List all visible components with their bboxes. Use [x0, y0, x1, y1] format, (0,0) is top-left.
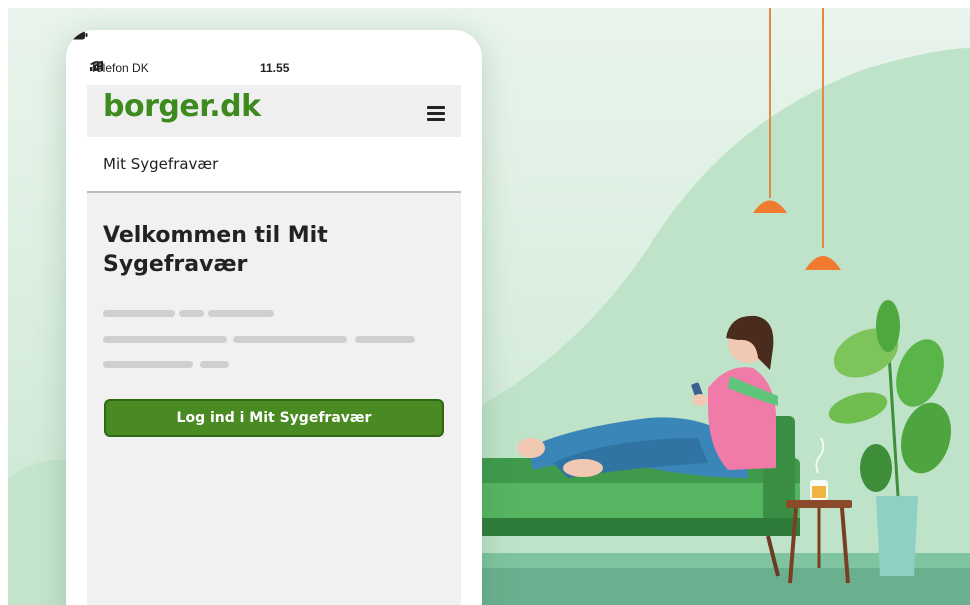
text-placeholder	[103, 361, 193, 368]
text-placeholder	[179, 310, 204, 317]
clock: 11.55	[260, 61, 290, 75]
breadcrumb-label[interactable]: Mit Sygefravær	[103, 155, 218, 173]
main-content: Velkommen til Mit Sygefravær Log ind i M…	[87, 193, 461, 605]
page-title: Velkommen til Mit Sygefravær	[103, 223, 328, 277]
sofa-seat	[470, 483, 800, 521]
background-illustration: Telefon DK 11.55 borger.dk Mit Sygefravæ…	[8, 8, 970, 605]
hamburger-menu-icon[interactable]	[427, 106, 445, 124]
text-placeholder	[200, 361, 229, 368]
borger-dk-logo[interactable]: borger.dk	[103, 89, 261, 124]
text-placeholder	[233, 336, 347, 343]
wifi-icon	[90, 61, 104, 71]
status-bar: Telefon DK 11.55	[66, 30, 482, 85]
app-header: borger.dk	[87, 85, 461, 137]
text-placeholder	[208, 310, 274, 317]
text-placeholder	[355, 336, 415, 343]
phone-mockup: Telefon DK 11.55 borger.dk Mit Sygefravæ…	[66, 30, 482, 605]
text-placeholder	[103, 310, 175, 317]
battery-icon	[66, 30, 88, 40]
login-button[interactable]: Log ind i Mit Sygefravær	[104, 399, 444, 437]
breadcrumb: Mit Sygefravær	[87, 138, 461, 193]
status-left: Telefon DK	[90, 61, 149, 75]
sofa-base	[470, 518, 800, 536]
text-placeholder	[103, 336, 227, 343]
